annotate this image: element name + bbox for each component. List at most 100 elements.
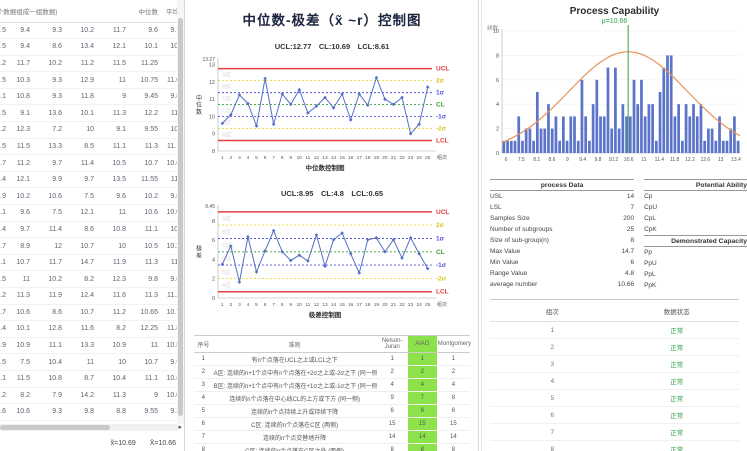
cell: 9.7 [38,155,70,172]
table-row: 10.59.48.613.412.110.110.3 [0,39,178,56]
horizontal-scrollbar[interactable] [0,424,178,431]
cell: 11.9 [102,254,134,271]
svg-text:6: 6 [495,78,498,84]
median-control-chart: 891011121313.27A区B区C区C区B区A区UCL2σ1σCL-1σ-… [188,54,477,176]
raw-data-table-wrap: (每行5个数据组成一组数据) 中位数 平均数 9.59.49.310.211.7… [0,0,178,424]
svg-text:5: 5 [255,155,258,161]
rules-cell: 2 [408,366,437,379]
control-chart-panel: 中位数-极差（x̃ ~r）控制图 UCL:12.77 CL:10.69 LCL:… [186,0,479,451]
svg-text:7: 7 [272,302,275,308]
cell: 11.6 [102,288,134,305]
scroll-right-arrow[interactable]: ▸ [178,424,182,432]
rules-cell: 8 [194,444,213,451]
process-data-row: Max Value14.7 [490,246,634,257]
cell: 11.5 [6,138,38,155]
cell: 11.7 [102,22,134,39]
cell: 11.3 [134,138,166,155]
svg-text:4: 4 [246,302,249,308]
cell: 10 [102,238,134,255]
cell: 7.5 [70,188,102,205]
cell: 11.5 [6,370,38,387]
svg-text:9: 9 [565,157,568,163]
cell: 10.7 [70,238,102,255]
cell: 7.9 [38,387,70,404]
cell: 11.9 [38,288,70,305]
capability-index-row: Pp [644,247,747,258]
rules-col-header: 序号 [194,336,213,353]
cell: 9.6 [6,205,38,222]
cell: 11.6 [70,321,102,338]
cell: 12.25 [134,321,166,338]
cell: 13.5 [102,171,134,188]
svg-text:10: 10 [296,302,302,308]
group-number: 5 [490,390,615,407]
rules-cell: 8 [437,444,470,451]
cell: 12.3 [102,271,134,288]
rules-row: 8C区: 连续的n个点落在C区之外 (两侧)888 [194,444,470,451]
svg-text:A区: A区 [222,282,232,289]
svg-text:11.8: 11.8 [669,157,679,163]
svg-text:11.4: 11.4 [654,157,664,163]
cell: 8.2 [102,321,134,338]
group-status-table: 组次 数据状态 1正常2正常3正常4正常5正常6正常7正常8正常 [490,299,739,451]
cell: 10.2 [70,22,102,39]
table-row: 11.412.19.99.713.511.5511.2 [0,171,178,188]
cell: 9.6 [102,188,134,205]
svg-text:23: 23 [407,155,413,161]
svg-text:CL: CL [436,249,445,256]
rules-cell: 6 [377,405,408,418]
cell: 11.7 [6,55,38,72]
svg-text:2: 2 [229,302,232,308]
cell: 9.1 [6,105,38,122]
capability-index-row: CpU [644,202,747,213]
vertical-scrollbar-thumb[interactable] [178,18,183,416]
cell: 10.8 [102,221,134,238]
group-number: 6 [490,407,615,424]
process-data-row: USL14 [490,191,634,202]
svg-text:24: 24 [416,155,422,161]
cell: 11.3 [134,288,166,305]
process-data-row: Number of subgroups25 [490,224,634,235]
process-data-row: Size of sub-group(n)8 [490,235,634,246]
table-row: 9.59.49.310.211.79.69.76 [0,22,178,39]
svg-text:12: 12 [313,302,319,308]
cell: 11.2 [70,55,102,72]
svg-text:16: 16 [348,155,354,161]
rules-cell: B区: 连续的n+1个点中有n个点落在+1σ之上或-1σ之下 (同一侧) [213,379,377,392]
table-row: 10.212.37.2109.19.5510.3 [0,122,178,139]
cell: 10.5 [134,238,166,255]
cell: 9.8 [70,404,102,421]
svg-text:8: 8 [211,149,214,155]
cell: 10.6 [6,404,38,421]
svg-text:UCL: UCL [436,209,449,216]
status-row: 4正常 [490,373,739,390]
cell: 9.55 [134,404,166,421]
svg-text:4: 4 [495,102,498,108]
status-badge: 正常 [615,373,740,390]
cell: 10.6 [134,205,166,222]
cell: 10.9 [102,337,134,354]
table-row: 9.28.27.914.211.3910.06 [0,387,178,404]
horizontal-scrollbar-thumb[interactable] [0,425,110,430]
cell: 10.3 [6,72,38,89]
table-row: 11.511.513.38.511.111.311.16 [0,138,178,155]
svg-text:10: 10 [296,155,302,161]
cell: 9.3 [38,404,70,421]
cell: 9.3 [38,88,70,105]
state-col-header: 数据状态 [615,300,740,322]
status-badge: 正常 [615,407,740,424]
svg-text:10: 10 [208,114,214,120]
capability-histogram: 0246810频数67.58.18.699.49.810.210.61111.4… [484,25,746,173]
demonstrated-capacity-header: Demonstrated Capacity [644,235,747,247]
cell: 8.6 [38,39,70,56]
cell: 10.75 [134,72,166,89]
cell: 9.45 [134,88,166,105]
rules-col-header: AIAG [408,336,437,353]
group-number: 8 [490,441,615,451]
rules-cell: 有n个点落在UCL之上或LCL之下 [213,353,377,366]
vertical-scrollbar[interactable] [177,0,184,424]
svg-text:21: 21 [390,155,396,161]
cell: 10.2 [38,271,70,288]
svg-text:25: 25 [425,302,431,308]
process-data-header: process Data [490,179,634,191]
